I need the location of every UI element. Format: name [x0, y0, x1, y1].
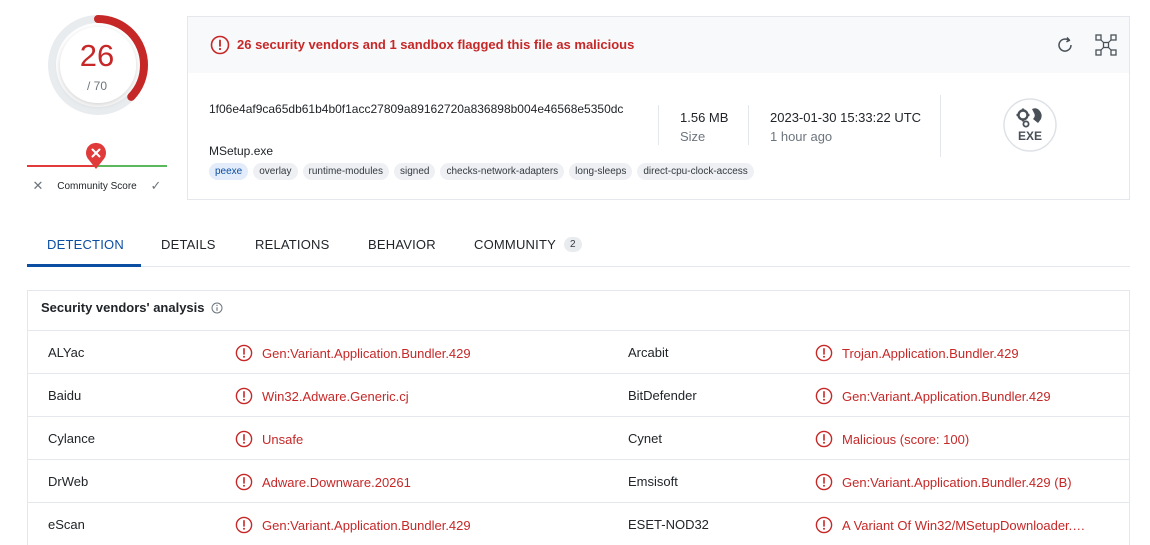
alert-circle-icon: [815, 387, 833, 405]
vendors-table: ALYac Gen:Variant.Application.Bundler.42…: [28, 330, 1129, 545]
alert-circle-icon: [235, 387, 253, 405]
reanalyze-icon[interactable]: [1054, 34, 1076, 56]
file-tag[interactable]: signed: [393, 163, 436, 180]
vendor-name: Arcabit: [628, 345, 669, 360]
tab-community-label: COMMUNITY: [474, 236, 556, 252]
vendor-name: Baidu: [48, 388, 82, 403]
exe-type-label: EXE: [1018, 129, 1042, 143]
vendor-result-text: Adware.Downware.20261: [262, 474, 411, 490]
vendors-title-text: Security vendors' analysis: [41, 300, 205, 315]
vendor-result: Gen:Variant.Application.Bundler.429 (B): [815, 473, 1072, 491]
tab-behavior[interactable]: BEHAVIOR: [368, 222, 436, 266]
vendor-name: Emsisoft: [628, 474, 678, 489]
active-tab-indicator: [27, 264, 141, 267]
file-tag[interactable]: checks-network-adapters: [440, 163, 565, 180]
vendor-name: BitDefender: [628, 388, 697, 403]
vendor-result-text: Gen:Variant.Application.Bundler.429: [262, 345, 471, 361]
community-score-label: Community Score: [57, 180, 137, 192]
analysis-date-value: 2023-01-30 15:33:22 UTC: [770, 110, 922, 125]
vendor-name: DrWeb: [48, 474, 89, 489]
vote-harmless-button[interactable]: ✓: [145, 175, 167, 197]
file-size-label: Size: [680, 129, 706, 144]
detection-count: 26: [79, 38, 115, 73]
vendor-name: eScan: [48, 517, 85, 532]
tab-details[interactable]: DETAILS: [161, 222, 216, 266]
community-count-badge: 2: [563, 236, 582, 252]
engine-total: / 70: [86, 79, 107, 93]
detection-score-ring: 26 / 70: [47, 14, 149, 116]
community-score: ✕ Community Score ✓: [27, 142, 167, 202]
tab-relations[interactable]: RELATIONS: [255, 222, 330, 266]
file-name: MSetup.exe: [209, 144, 274, 158]
vendor-result-text: Malicious (score: 100): [842, 431, 970, 447]
vendor-name: ESET-NOD32: [628, 517, 709, 532]
vendor-name: Cynet: [628, 431, 662, 446]
vendor-result-text: Win32.Adware.Generic.cj: [262, 388, 409, 404]
vendor-result: Adware.Downware.20261: [235, 473, 411, 491]
file-tag[interactable]: overlay: [253, 163, 298, 180]
alert-circle-icon: [815, 430, 833, 448]
vendors-title: Security vendors' analysis: [41, 300, 223, 315]
alert-circle-icon: [815, 473, 833, 491]
vendor-result-text: Gen:Variant.Application.Bundler.429: [262, 517, 471, 533]
table-row: DrWeb Adware.Downware.20261 Emsisoft Gen…: [28, 460, 1129, 503]
graph-view-icon[interactable]: [1094, 33, 1118, 57]
vendor-name: Cylance: [48, 431, 95, 446]
alert-circle-icon: [815, 344, 833, 362]
vendor-result: Malicious (score: 100): [815, 430, 969, 448]
info-icon[interactable]: [211, 302, 223, 314]
alert-circle-icon: [235, 516, 253, 534]
vote-malicious-button[interactable]: ✕: [27, 175, 49, 197]
alert-circle-icon: [235, 473, 253, 491]
file-summary-card: 26 security vendors and 1 sandbox flagge…: [187, 16, 1130, 200]
vendor-result: Gen:Variant.Application.Bundler.429: [235, 344, 471, 362]
alert-circle-icon: [210, 35, 230, 55]
analysis-tabs: DETECTION DETAILS RELATIONS BEHAVIOR COM…: [27, 222, 1130, 267]
file-tag[interactable]: direct-cpu-clock-access: [637, 163, 754, 180]
vendor-result: Trojan.Application.Bundler.429: [815, 344, 1019, 362]
alert-circle-icon: [235, 430, 253, 448]
table-row: Baidu Win32.Adware.Generic.cj BitDefende…: [28, 374, 1129, 417]
vendor-result: Win32.Adware.Generic.cj: [235, 387, 409, 405]
divider: [748, 105, 749, 145]
vendor-name: ALYac: [48, 345, 85, 360]
table-row: eScan Gen:Variant.Application.Bundler.42…: [28, 503, 1129, 545]
exe-file-type-icon: EXE: [1003, 98, 1057, 152]
vendor-result-text: Unsafe: [262, 431, 304, 447]
vendor-result-text: Gen:Variant.Application.Bundler.429 (B): [842, 474, 1072, 490]
table-row: Cylance Unsafe Cynet Malicious (score: 1…: [28, 417, 1129, 460]
detection-banner-text: 26 security vendors and 1 sandbox flagge…: [237, 37, 635, 52]
analysis-date-relative: 1 hour ago: [770, 129, 833, 144]
vendor-result: Unsafe: [235, 430, 303, 448]
file-tag[interactable]: runtime-modules: [302, 163, 389, 180]
vendor-result-text: A Variant Of Win32/MSetupDownloader.…: [842, 517, 1086, 533]
file-tag[interactable]: long-sleeps: [569, 163, 633, 180]
alert-circle-icon: [235, 344, 253, 362]
vendor-result: Gen:Variant.Application.Bundler.429: [815, 387, 1051, 405]
detection-banner: 26 security vendors and 1 sandbox flagge…: [188, 17, 1129, 73]
divider: [940, 95, 941, 157]
file-size-value: 1.56 MB: [680, 110, 729, 125]
file-tags: peexe overlay runtime-modules signed che…: [209, 163, 754, 180]
divider: [658, 105, 659, 145]
file-tag[interactable]: peexe: [209, 163, 249, 180]
file-hash[interactable]: 1f06e4af9ca65db61b4b0f1acc27809a89162720…: [209, 100, 649, 119]
tab-community[interactable]: COMMUNITY 2: [474, 222, 582, 266]
vendor-result-text: Gen:Variant.Application.Bundler.429: [842, 388, 1051, 404]
tab-detection[interactable]: DETECTION: [47, 222, 124, 266]
vendor-result: A Variant Of Win32/MSetupDownloader.…: [815, 516, 1085, 534]
alert-circle-icon: [815, 516, 833, 534]
vendors-analysis: Security vendors' analysis ALYac Gen:Var…: [27, 290, 1130, 545]
vendor-result: Gen:Variant.Application.Bundler.429: [235, 516, 471, 534]
community-score-marker-icon: [86, 142, 106, 169]
table-row: ALYac Gen:Variant.Application.Bundler.42…: [28, 331, 1129, 374]
vendor-result-text: Trojan.Application.Bundler.429: [842, 345, 1019, 361]
